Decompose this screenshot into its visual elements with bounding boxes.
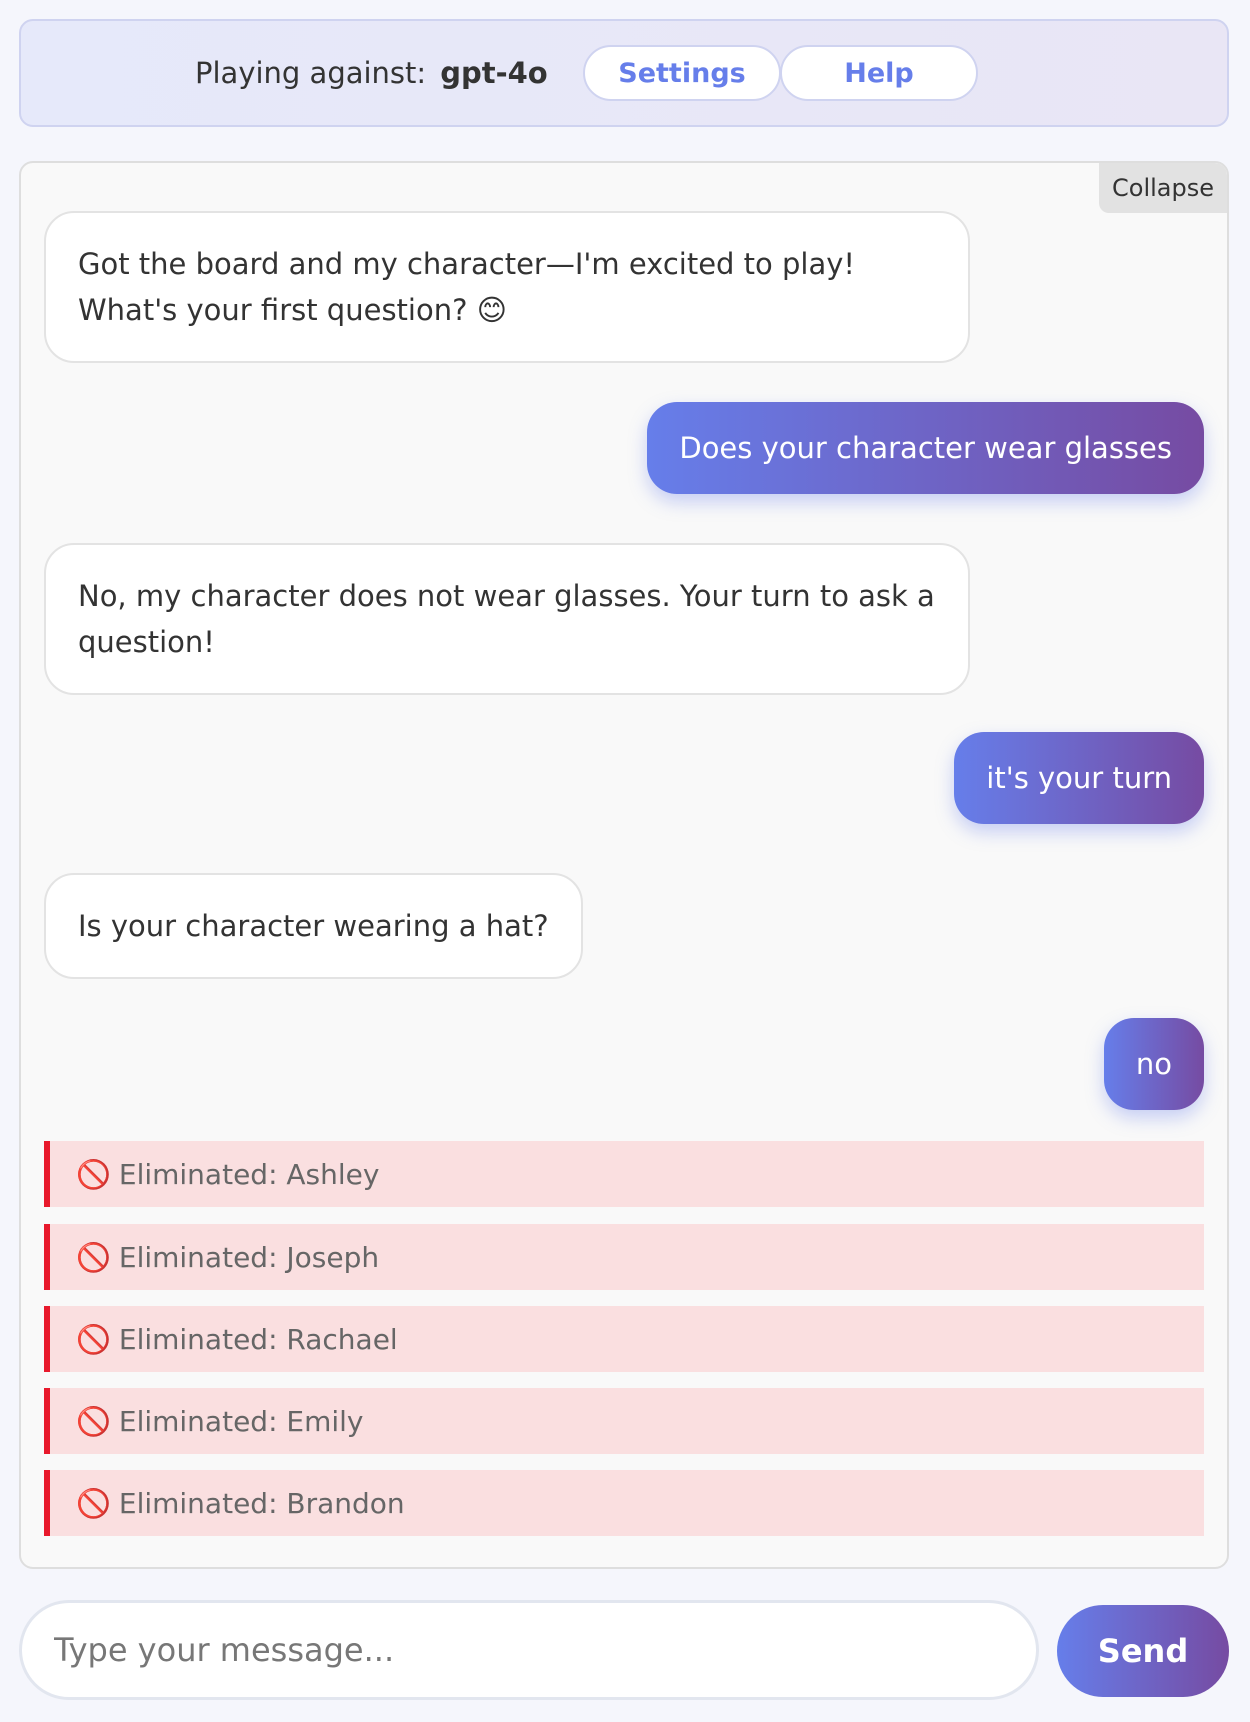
opponent-info: Playing against: gpt-4o bbox=[195, 21, 548, 125]
user-message: no bbox=[1103, 1018, 1204, 1110]
ai-message: Is your character wearing a hat? bbox=[44, 873, 583, 979]
playing-against-label: Playing against: bbox=[195, 56, 427, 90]
settings-button[interactable]: Settings bbox=[583, 45, 781, 101]
eliminated-notice: 🚫 Eliminated: Ashley bbox=[44, 1141, 1204, 1207]
prohibited-icon: 🚫 bbox=[76, 1404, 111, 1438]
ai-message: No, my character does not wear glasses. … bbox=[44, 543, 970, 695]
eliminated-notice: 🚫 Eliminated: Joseph bbox=[44, 1224, 1204, 1290]
game-header: Playing against: gpt-4o Settings Help bbox=[19, 19, 1229, 127]
eliminated-text: Eliminated: Joseph bbox=[118, 1240, 380, 1274]
eliminated-text: Eliminated: Brandon bbox=[118, 1486, 405, 1520]
collapse-button[interactable]: Collapse bbox=[1099, 163, 1227, 213]
user-message: it's your turn bbox=[954, 732, 1204, 824]
help-button[interactable]: Help bbox=[780, 45, 978, 101]
opponent-model-name: gpt-4o bbox=[440, 56, 548, 90]
eliminated-notice: 🚫 Eliminated: Rachael bbox=[44, 1306, 1204, 1372]
user-message: Does your character wear glasses bbox=[647, 402, 1204, 494]
prohibited-icon: 🚫 bbox=[76, 1322, 111, 1356]
eliminated-text: Eliminated: Ashley bbox=[118, 1157, 380, 1191]
message-input[interactable] bbox=[19, 1600, 1039, 1700]
eliminated-notice: 🚫 Eliminated: Emily bbox=[44, 1388, 1204, 1454]
eliminated-text: Eliminated: Rachael bbox=[118, 1322, 398, 1356]
prohibited-icon: 🚫 bbox=[76, 1240, 111, 1274]
eliminated-text: Eliminated: Emily bbox=[118, 1404, 364, 1438]
chat-panel: Collapse Got the board and my character—… bbox=[19, 161, 1229, 1569]
prohibited-icon: 🚫 bbox=[76, 1157, 111, 1191]
send-button[interactable]: Send bbox=[1057, 1605, 1229, 1697]
prohibited-icon: 🚫 bbox=[76, 1486, 111, 1520]
eliminated-notice: 🚫 Eliminated: Brandon bbox=[44, 1470, 1204, 1536]
ai-message: Got the board and my character—I'm excit… bbox=[44, 211, 970, 363]
